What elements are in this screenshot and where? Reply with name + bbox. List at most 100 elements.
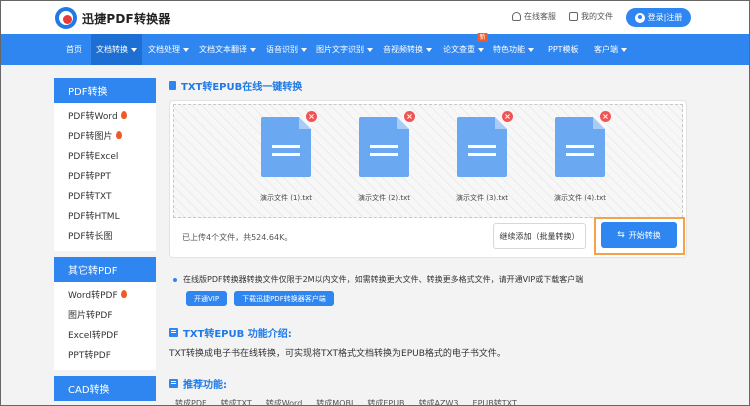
recommend-link[interactable]: 转成PDF <box>173 398 209 406</box>
file-card[interactable]: × 演示文件 (1).txt <box>246 111 326 203</box>
sidebar-group-cad: CAD转换 <box>54 376 156 401</box>
nav-item-doc-process[interactable]: 文档处理 <box>143 34 194 65</box>
recommend-link[interactable]: 转成MOBI <box>314 398 355 406</box>
nav-label: 论文查重 <box>443 45 475 54</box>
nav-item-home[interactable]: 首页 <box>61 34 87 65</box>
nav-label: 客户端 <box>594 45 618 54</box>
nav-label: 文档转换 <box>96 45 128 54</box>
nav-label: 特色功能 <box>493 45 525 54</box>
online-service-link[interactable]: 在线客服 <box>512 11 556 22</box>
recommend-link[interactable]: EPUB转TXT <box>471 398 519 406</box>
remove-file-icon[interactable]: × <box>502 111 513 122</box>
nav-label: 文档文本翻译 <box>199 45 247 54</box>
caret-down-icon <box>478 47 484 52</box>
new-badge: 新 <box>477 33 488 42</box>
headset-icon <box>512 12 521 21</box>
upload-panel: × 演示文件 (1).txt × 演示文件 (2).txt × 演示文件 (3)… <box>169 100 687 258</box>
nav-item-client[interactable]: 客户端 <box>589 34 632 65</box>
caret-down-icon <box>426 47 432 52</box>
sidebar-group-title[interactable]: CAD转换 <box>54 376 156 401</box>
sidebar-item-label: PDF转Word <box>68 111 118 122</box>
caret-down-icon <box>301 47 307 52</box>
start-convert-button[interactable]: ⇆ 开始转换 <box>601 222 677 248</box>
sidebar-item-pdf-to-excel[interactable]: PDF转Excel <box>54 145 156 165</box>
nav-item-ocr[interactable]: 图片文字识别 <box>311 34 378 65</box>
add-more-files-button[interactable]: 继续添加（批量转换） <box>493 223 586 249</box>
sidebar-group-title[interactable]: PDF转换 <box>54 78 156 103</box>
txt-file-icon <box>261 117 311 177</box>
my-files-label: 我的文件 <box>581 12 613 21</box>
recommend-title: 推荐功能: <box>169 376 227 391</box>
sidebar-item-image-to-pdf[interactable]: 图片转PDF <box>54 304 156 324</box>
caret-down-icon <box>250 47 256 52</box>
sidebar-item-excel-to-pdf[interactable]: Excel转PDF <box>54 324 156 344</box>
sidebar-item-label: PDF转图片 <box>68 131 113 142</box>
file-name: 演示文件 (1).txt <box>260 194 312 202</box>
nav-item-features[interactable]: 特色功能 <box>488 34 539 65</box>
file-name: 演示文件 (4).txt <box>554 194 606 202</box>
feature-intro-title: TXT转EPUB 功能介绍: <box>169 325 292 340</box>
sidebar-list: PDF转Word PDF转图片 PDF转Excel PDF转PPT PDF转TX… <box>54 103 156 251</box>
sidebar-item-ppt-to-pdf[interactable]: PPT转PDF <box>54 344 156 364</box>
recommend-title-text: 推荐功能: <box>183 380 227 391</box>
nav-label: 音视频转换 <box>383 45 423 54</box>
sidebar: PDF转换 PDF转Word PDF转图片 PDF转Excel PDF转PPT … <box>54 78 156 406</box>
file-card[interactable]: × 演示文件 (4).txt <box>540 111 620 203</box>
sidebar-group-other-to-pdf: 其它转PDF Word转PDF 图片转PDF Excel转PDF PPT转PDF <box>54 257 156 370</box>
sidebar-item-label: PDF转长图 <box>68 231 113 242</box>
title-marker-icon <box>169 80 176 90</box>
file-card[interactable]: × 演示文件 (3).txt <box>442 111 522 203</box>
upload-summary: 已上传4个文件，共524.64K。 <box>182 233 293 242</box>
sidebar-item-pdf-to-html[interactable]: PDF转HTML <box>54 205 156 225</box>
brand-logo-icon[interactable] <box>55 7 77 29</box>
sidebar-item-pdf-to-txt[interactable]: PDF转TXT <box>54 185 156 205</box>
user-icon <box>634 12 645 23</box>
nav-item-av-convert[interactable]: 音视频转换 <box>378 34 437 65</box>
page-title: TXT转EPUB在线一键转换 <box>169 78 689 93</box>
top-header: 迅捷PDF转换器 在线客服 我的文件 登录|注册 <box>1 1 749 34</box>
remove-file-icon[interactable]: × <box>306 111 317 122</box>
brand-name[interactable]: 迅捷PDF转换器 <box>82 10 171 27</box>
start-convert-label: 开始转换 <box>628 230 661 240</box>
nav-label: 图片文字识别 <box>316 45 364 54</box>
caret-down-icon <box>621 47 627 52</box>
nav-item-ppt-template[interactable]: PPT模板 <box>543 34 584 65</box>
nav-label: PPT模板 <box>548 45 579 54</box>
sidebar-group-pdf-convert: PDF转换 PDF转Word PDF转图片 PDF转Excel PDF转PPT … <box>54 78 156 251</box>
notice-actions: 开通VIP 下载迅捷PDF转换器客户端 <box>186 291 334 306</box>
sidebar-item-pdf-to-word[interactable]: PDF转Word <box>54 105 156 125</box>
caret-down-icon <box>528 47 534 52</box>
login-register-button[interactable]: 登录|注册 <box>626 8 691 27</box>
sidebar-item-label: PDF转TXT <box>68 191 112 202</box>
hot-fire-icon <box>120 290 127 298</box>
nav-item-speech[interactable]: 语音识别 <box>261 34 312 65</box>
recommend-link[interactable]: 转成TXT <box>219 398 254 406</box>
nav-item-doc-convert[interactable]: 文档转换 <box>91 34 142 65</box>
recommend-link[interactable]: 转成AZW3 <box>417 398 461 406</box>
remove-file-icon[interactable]: × <box>600 111 611 122</box>
recommend-link[interactable]: 转成Word <box>264 398 305 406</box>
nav-label: 文档处理 <box>148 45 180 54</box>
open-vip-button[interactable]: 开通VIP <box>186 291 228 306</box>
sidebar-group-title[interactable]: 其它转PDF <box>54 257 156 282</box>
download-client-button[interactable]: 下载迅捷PDF转换器客户端 <box>234 291 334 306</box>
size-limit-notice: 在线版PDF转换器转换文件仅限于2M以内文件，如需转换更大文件、转换更多格式文件… <box>173 274 683 286</box>
bookmark-icon <box>169 379 178 388</box>
sidebar-item-pdf-to-ppt[interactable]: PDF转PPT <box>54 165 156 185</box>
sidebar-item-pdf-to-longimage[interactable]: PDF转长图 <box>54 225 156 245</box>
sidebar-list: Word转PDF 图片转PDF Excel转PDF PPT转PDF <box>54 282 156 370</box>
sidebar-item-word-to-pdf[interactable]: Word转PDF <box>54 284 156 304</box>
hot-fire-icon <box>120 111 127 119</box>
recommend-link[interactable]: 转成EPUB <box>365 398 406 406</box>
feature-intro-title-text: TXT转EPUB 功能介绍: <box>183 329 292 340</box>
remove-file-icon[interactable]: × <box>404 111 415 122</box>
document-icon <box>169 328 178 337</box>
nav-label: 语音识别 <box>266 45 298 54</box>
online-service-label: 在线客服 <box>524 12 556 21</box>
my-files-link[interactable]: 我的文件 <box>569 11 613 22</box>
file-drop-zone[interactable]: × 演示文件 (1).txt × 演示文件 (2).txt × 演示文件 (3)… <box>173 104 683 218</box>
nav-item-translate[interactable]: 文档文本翻译 <box>194 34 261 65</box>
file-card[interactable]: × 演示文件 (2).txt <box>344 111 424 203</box>
sidebar-item-pdf-to-image[interactable]: PDF转图片 <box>54 125 156 145</box>
sidebar-item-label: PDF转HTML <box>68 211 120 222</box>
